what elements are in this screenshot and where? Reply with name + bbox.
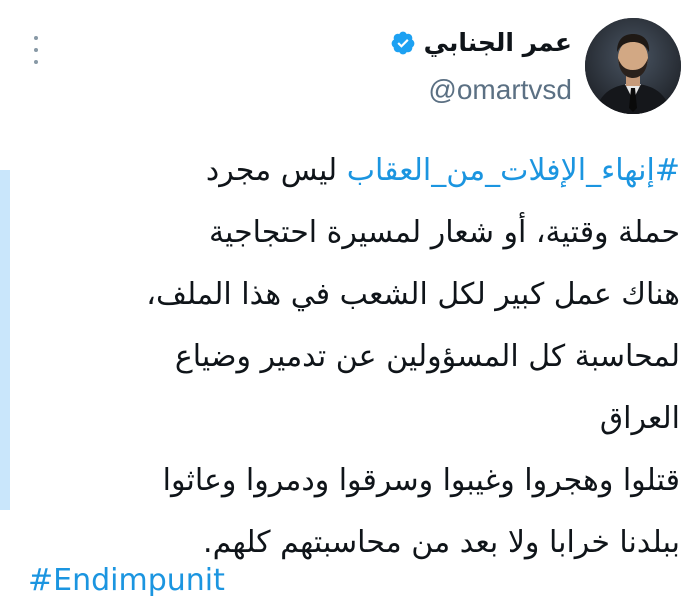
profile-photo-icon — [585, 18, 681, 114]
tweet-line-5: العراق — [599, 401, 680, 436]
author-display-name[interactable]: عمر الجنابي — [424, 28, 572, 57]
tweet-line-6: قتلوا وهجروا وغيبوا وسرقوا ودمروا وعاثوا — [162, 463, 680, 498]
next-hashtag-peek[interactable]: #Endimpunit — [28, 566, 288, 596]
tweet-line-1: #إنهاء_الإفلات_من_العقاب ليس مجرد — [20, 140, 680, 202]
thread-accent-bar — [0, 170, 10, 510]
tweet-line-4: لمحاسبة كل المسؤولين عن تدمير وضياع — [174, 339, 680, 374]
author-name-row: عمر الجنابي — [390, 28, 572, 57]
tweet-header: عمر الجنابي @omartvsd — [0, 0, 700, 120]
hashtag-link[interactable]: #إنهاء_الإفلات_من_العقاب — [347, 153, 680, 188]
author-handle[interactable]: @omartvsd — [428, 74, 572, 106]
tweet-line-2: حملة وقتية، أو شعار لمسيرة احتجاجية — [208, 215, 680, 250]
avatar[interactable] — [585, 18, 681, 114]
verified-badge-icon — [390, 30, 416, 56]
tweet-line-7: ببلدنا خرابا ولا بعد من محاسبتهم كلهم. — [203, 525, 680, 560]
tweet-line-1-text: ليس مجرد — [205, 153, 338, 188]
tweet-line-3: هناك عمل كبير لكل الشعب في هذا الملف، — [146, 277, 680, 312]
tweet-text: #إنهاء_الإفلات_من_العقاب ليس مجرد حملة و… — [20, 140, 680, 574]
